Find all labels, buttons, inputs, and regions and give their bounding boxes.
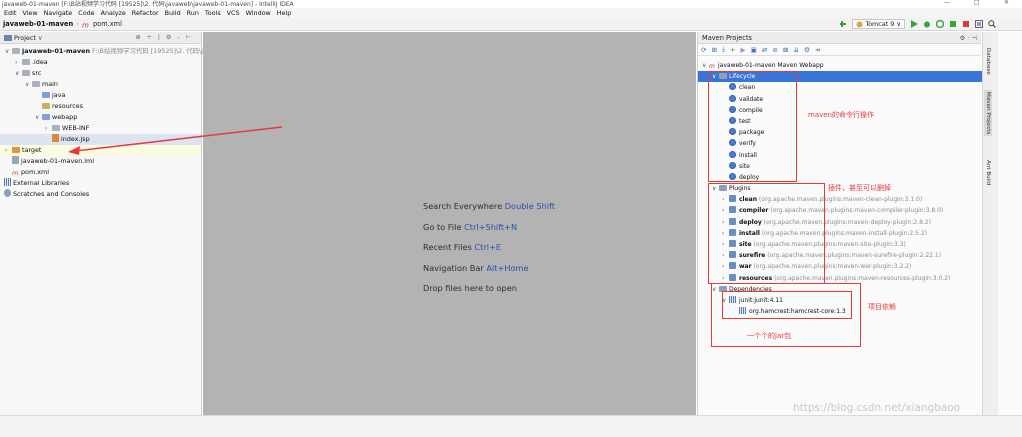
arrow-head xyxy=(68,146,80,155)
watermark: https://blog.csdn.net/xiangbaoo xyxy=(793,402,961,414)
arrow-line xyxy=(74,126,283,152)
annotation-arrow xyxy=(68,126,283,155)
